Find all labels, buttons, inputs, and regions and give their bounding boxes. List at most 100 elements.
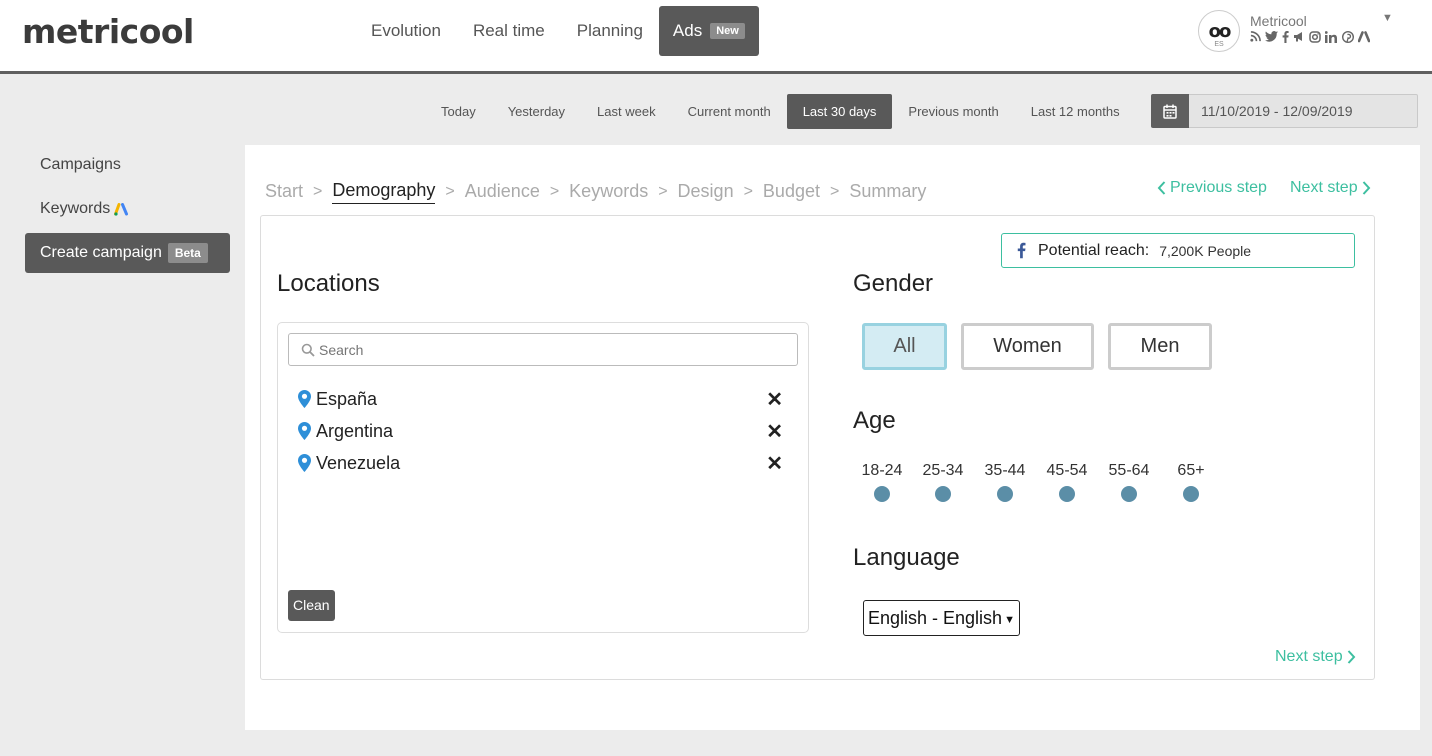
google-ads-icon[interactable]: [1358, 31, 1370, 43]
nav-planning[interactable]: Planning: [561, 6, 659, 56]
top-header: metricool Evolution Real time Planning A…: [0, 0, 1432, 74]
metricool-logo[interactable]: metricool: [22, 12, 194, 51]
age-dot[interactable]: [1183, 486, 1199, 502]
age-dot[interactable]: [1059, 486, 1075, 502]
google-ads-icon: [114, 202, 129, 216]
language-title: Language: [853, 544, 960, 571]
location-search[interactable]: [288, 333, 798, 366]
date-last-30-days[interactable]: Last 30 days: [786, 94, 893, 129]
nav-evolution[interactable]: Evolution: [355, 6, 457, 56]
reach-label: Potential reach:: [1038, 241, 1150, 259]
sidebar-item-label: Create campaign: [40, 244, 162, 261]
gender-women-button[interactable]: Women: [961, 323, 1094, 370]
date-yesterday[interactable]: Yesterday: [492, 94, 581, 129]
step-audience[interactable]: Audience: [465, 181, 540, 204]
date-last-12-months[interactable]: Last 12 months: [1015, 94, 1136, 129]
previous-step-label: Previous step: [1170, 179, 1267, 196]
avatar[interactable]: oo ES: [1198, 10, 1240, 52]
nav-ads-label: Ads: [672, 21, 703, 40]
profile-menu[interactable]: oo ES Metricool ▼: [1198, 10, 1408, 54]
clean-button[interactable]: Clean: [288, 590, 335, 621]
age-range-55-64[interactable]: 55-64: [1099, 462, 1159, 502]
next-step-link-bottom[interactable]: Next step: [1275, 648, 1356, 666]
calendar-icon[interactable]: [1151, 94, 1189, 128]
search-icon: [301, 343, 315, 357]
date-today[interactable]: Today: [425, 94, 492, 129]
close-icon[interactable]: ✕: [766, 419, 783, 444]
close-icon[interactable]: ✕: [766, 451, 783, 476]
step-demography[interactable]: Demography: [332, 180, 436, 204]
twitter-icon[interactable]: [1265, 31, 1278, 42]
step-keywords[interactable]: Keywords: [569, 181, 648, 204]
age-range-65-plus[interactable]: 65+: [1161, 462, 1221, 502]
location-name: Venezuela: [316, 452, 401, 473]
chevron-down-icon[interactable]: ▼: [1382, 12, 1393, 24]
sidebar-item-campaigns[interactable]: Campaigns: [25, 145, 230, 185]
previous-step-link[interactable]: Previous step: [1157, 179, 1267, 197]
demography-form: Potential reach: 7,200K People Locations…: [260, 215, 1375, 680]
sidebar-item-label: Keywords: [40, 200, 111, 217]
gender-all-button[interactable]: All: [862, 323, 947, 370]
next-step-link-top[interactable]: Next step: [1290, 179, 1371, 197]
location-name: España: [316, 388, 378, 409]
date-range-picker[interactable]: 11/10/2019 - 12/09/2019: [1151, 94, 1418, 128]
chevron-right-icon: >: [313, 183, 323, 200]
chevron-right-icon: >: [445, 183, 455, 200]
profile-name[interactable]: Metricool: [1250, 13, 1307, 29]
instagram-icon[interactable]: [1309, 31, 1321, 43]
date-range-input[interactable]: 11/10/2019 - 12/09/2019: [1189, 94, 1418, 128]
main-nav: Evolution Real time Planning Ads New: [355, 6, 759, 56]
chevron-right-icon: >: [829, 183, 840, 200]
avatar-language: ES: [1214, 41, 1224, 48]
pinterest-icon[interactable]: [1342, 31, 1354, 43]
linkedin-icon[interactable]: [1325, 31, 1338, 43]
step-start[interactable]: Start: [265, 181, 303, 204]
age-label: 65+: [1177, 462, 1205, 479]
step-summary[interactable]: Summary: [849, 181, 926, 204]
main-panel: Start > Demography > Audience > Keywords…: [245, 145, 1420, 730]
sidebar-item-keywords[interactable]: Keywords: [25, 189, 230, 229]
location-name: Argentina: [316, 420, 394, 441]
language-select[interactable]: English - English ▼: [863, 600, 1020, 636]
map-pin-icon: [298, 454, 311, 472]
location-item-espana: España ✕: [298, 385, 783, 413]
gender-men-button[interactable]: Men: [1108, 323, 1212, 370]
next-step-label: Next step: [1290, 179, 1358, 196]
megaphone-icon[interactable]: [1293, 31, 1305, 42]
chevron-right-icon: [1362, 181, 1370, 195]
age-title: Age: [853, 407, 896, 434]
age-label: 25-34: [922, 462, 964, 479]
age-dot[interactable]: [997, 486, 1013, 502]
age-range-45-54[interactable]: 45-54: [1037, 462, 1097, 502]
next-step-label: Next step: [1275, 648, 1343, 665]
age-dot[interactable]: [935, 486, 951, 502]
nav-real-time[interactable]: Real time: [457, 6, 561, 56]
age-range-35-44[interactable]: 35-44: [975, 462, 1035, 502]
map-pin-icon: [298, 422, 311, 440]
social-icons: [1250, 31, 1370, 43]
age-dot[interactable]: [874, 486, 890, 502]
location-item-venezuela: Venezuela ✕: [298, 449, 783, 477]
age-range-18-24[interactable]: 18-24: [852, 462, 912, 502]
age-dot[interactable]: [1121, 486, 1137, 502]
age-range-25-34[interactable]: 25-34: [913, 462, 973, 502]
facebook-icon[interactable]: [1282, 31, 1289, 43]
date-previous-month[interactable]: Previous month: [892, 94, 1014, 129]
nav-ads[interactable]: Ads New: [658, 6, 759, 56]
date-current-month[interactable]: Current month: [672, 94, 787, 129]
gender-title: Gender: [853, 270, 934, 297]
search-input[interactable]: [319, 341, 779, 358]
age-label: 35-44: [984, 462, 1026, 479]
close-icon[interactable]: ✕: [766, 387, 783, 412]
map-pin-icon: [298, 390, 311, 408]
date-filter-bar: Today Yesterday Last week Current month …: [425, 94, 1136, 129]
step-budget[interactable]: Budget: [763, 181, 820, 204]
beta-badge: Beta: [167, 243, 208, 263]
sidebar-item-create-campaign[interactable]: Create campaign Beta: [25, 233, 230, 273]
date-last-week[interactable]: Last week: [581, 94, 672, 129]
rss-icon[interactable]: [1250, 31, 1261, 42]
step-design[interactable]: Design: [678, 181, 734, 204]
wizard-breadcrumb: Start > Demography > Audience > Keywords…: [265, 180, 926, 204]
avatar-logo-icon: oo: [1208, 20, 1232, 42]
age-label: 45-54: [1046, 462, 1088, 479]
